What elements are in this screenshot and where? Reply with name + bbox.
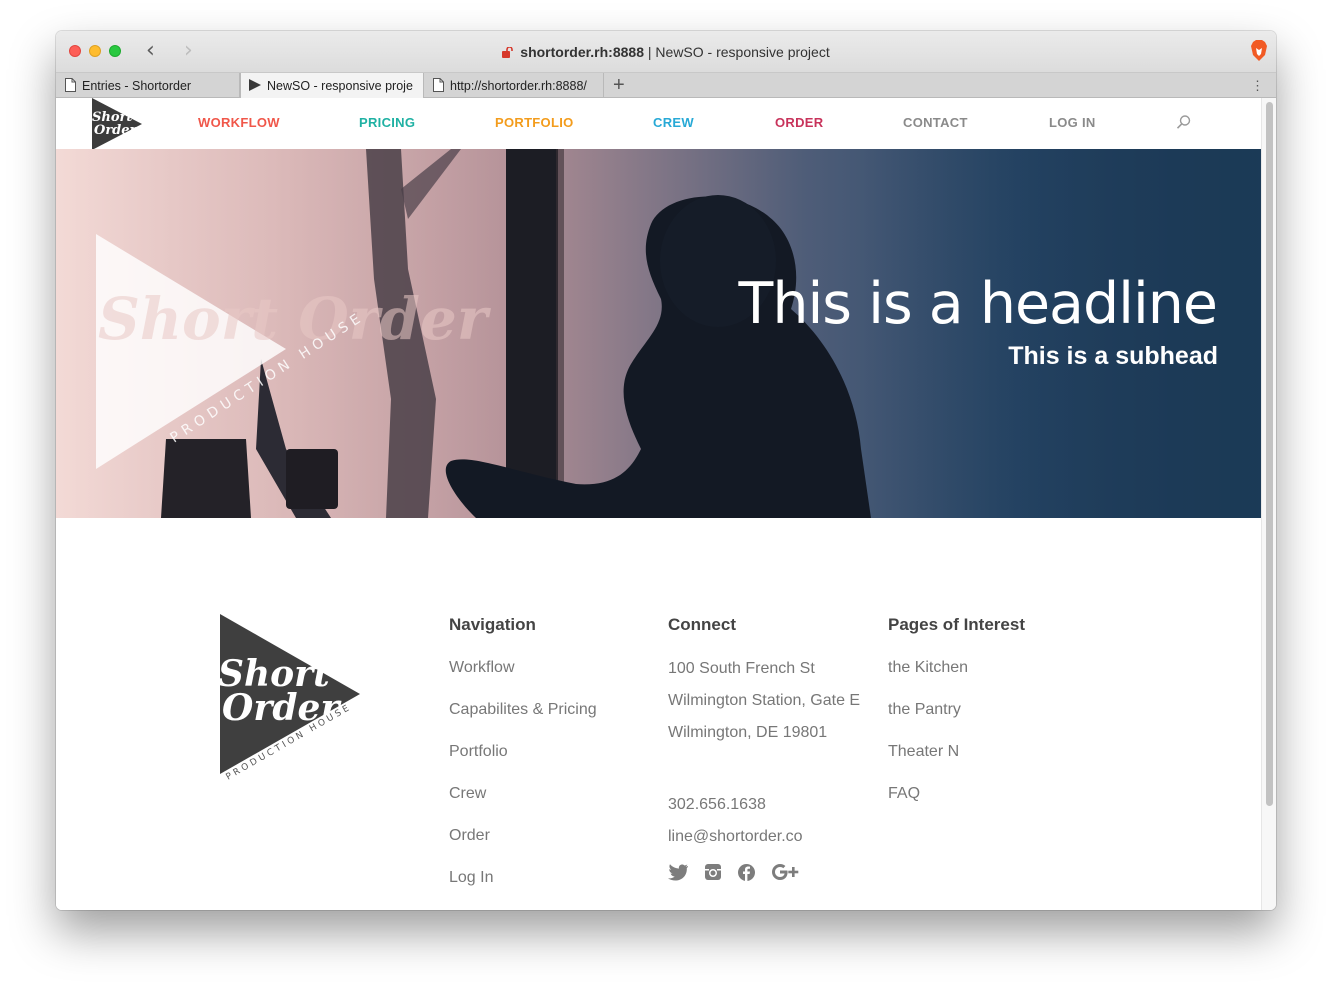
- site-footer: Short Order PRODUCTION HOUSE Navigation …: [56, 518, 1261, 910]
- nav-contact[interactable]: CONTACT: [903, 115, 968, 130]
- tab-label: http://shortorder.rh:8888/: [450, 79, 587, 93]
- browser-window: ‹ › shortorder.rh:8888 | NewSO - respons…: [56, 31, 1276, 910]
- nav-pricing[interactable]: PRICING: [359, 115, 415, 130]
- site-header: Short Order WORKFLOW PRICING PORTFOLIO C…: [56, 98, 1261, 150]
- window-title-host: shortorder.rh:8888: [520, 44, 644, 60]
- footer-link-pantry[interactable]: the Pantry: [888, 701, 1025, 743]
- menu-more-icon[interactable]: ⋮: [1251, 78, 1264, 94]
- footer-link-workflow[interactable]: Workflow: [449, 659, 597, 701]
- shortorder-logo-icon[interactable]: Short Order: [88, 98, 144, 150]
- address-line-1: 100 South French St: [668, 660, 815, 677]
- social-links: [668, 863, 860, 885]
- phone-number[interactable]: 302.656.1638: [668, 789, 860, 821]
- instagram-icon[interactable]: [705, 864, 722, 885]
- tab-label: NewSO - responsive proje: [267, 79, 413, 93]
- document-icon: [433, 78, 444, 92]
- shortorder-favicon-icon: [249, 79, 261, 91]
- footer-link-portfolio[interactable]: Portfolio: [449, 743, 597, 785]
- google-plus-icon[interactable]: [771, 863, 801, 886]
- footer-link-faq[interactable]: FAQ: [888, 785, 1025, 827]
- twitter-icon[interactable]: [668, 863, 689, 886]
- address-line-3: Wilmington, DE 19801: [668, 724, 828, 741]
- nav-order[interactable]: ORDER: [775, 115, 823, 130]
- tab-entries[interactable]: Entries - Shortorder: [56, 73, 240, 98]
- footer-connect: Connect 100 South French St Wilmington S…: [668, 615, 860, 885]
- nav-log-in[interactable]: LOG IN: [1049, 115, 1096, 130]
- footer-link-log-in[interactable]: Log In: [449, 869, 597, 910]
- footer-navigation-heading: Navigation: [449, 615, 536, 634]
- document-icon: [65, 78, 76, 92]
- contact-lines: 302.656.1638 line@shortorder.co: [668, 789, 860, 853]
- title-bar: ‹ › shortorder.rh:8888 | NewSO - respons…: [56, 31, 1276, 73]
- vertical-scrollbar[interactable]: [1261, 98, 1276, 910]
- tab-newso[interactable]: NewSO - responsive proje: [240, 73, 424, 98]
- nav-portfolio[interactable]: PORTFOLIO: [495, 115, 574, 130]
- hero-subhead: This is a subhead: [1008, 342, 1218, 370]
- search-icon[interactable]: [1176, 114, 1192, 130]
- facebook-icon[interactable]: [737, 863, 755, 886]
- footer-link-order[interactable]: Order: [449, 827, 597, 869]
- logo-order-text: Order: [94, 123, 138, 138]
- footer-pages-of-interest: Pages of Interest the Kitchen the Pantry…: [888, 615, 1025, 827]
- tab-label: Entries - Shortorder: [82, 79, 192, 93]
- footer-link-pricing[interactable]: Capabilites & Pricing: [449, 701, 597, 743]
- hero-banner: Short Order PRODUCTION HOUSE This is a h…: [56, 149, 1261, 518]
- scrollbar-thumb[interactable]: [1266, 102, 1273, 806]
- window-title-page: NewSO - responsive project: [655, 44, 830, 60]
- hero-watermark-text: Short Order: [98, 285, 492, 353]
- window-title: shortorder.rh:8888 | NewSO - responsive …: [56, 44, 1276, 60]
- title-separator: |: [647, 44, 652, 60]
- address-line-2: Wilmington Station, Gate E: [668, 692, 861, 709]
- insecure-lock-icon: [502, 47, 514, 58]
- footer-logo-icon[interactable]: Short Order PRODUCTION HOUSE: [218, 612, 366, 782]
- footer-connect-heading: Connect: [668, 615, 736, 634]
- footer-interest-heading: Pages of Interest: [888, 615, 1025, 634]
- page-viewport: Short Order WORKFLOW PRICING PORTFOLIO C…: [56, 98, 1261, 910]
- nav-workflow[interactable]: WORKFLOW: [198, 115, 280, 130]
- address-block: 100 South French St Wilmington Station, …: [668, 653, 860, 749]
- hero-headline: This is a headline: [738, 271, 1218, 337]
- email-address[interactable]: line@shortorder.co: [668, 821, 860, 853]
- footer-link-kitchen[interactable]: the Kitchen: [888, 659, 1025, 701]
- new-tab-button[interactable]: +: [613, 74, 625, 96]
- nav-crew[interactable]: CREW: [653, 115, 694, 130]
- brave-lion-icon[interactable]: [1250, 40, 1268, 62]
- footer-navigation: Navigation Workflow Capabilites & Pricin…: [449, 615, 597, 910]
- tab-bar: Entries - Shortorder NewSO - responsive …: [56, 73, 1276, 98]
- footer-link-crew[interactable]: Crew: [449, 785, 597, 827]
- footer-link-theater-n[interactable]: Theater N: [888, 743, 1025, 785]
- tab-url[interactable]: http://shortorder.rh:8888/: [424, 73, 604, 98]
